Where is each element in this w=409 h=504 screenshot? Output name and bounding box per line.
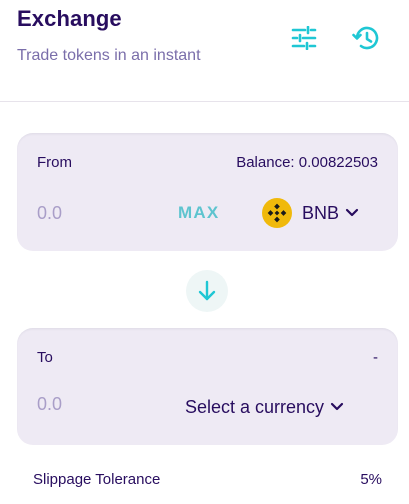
exchange-header: Exchange Trade tokens in an instant — [0, 0, 409, 102]
from-amount-input[interactable]: 0.0 — [37, 203, 62, 224]
to-token-panel: To - 0.0 Select a currency — [17, 328, 398, 445]
to-amount-input[interactable]: 0.0 — [37, 394, 62, 415]
slippage-label: Slippage Tolerance — [33, 471, 161, 488]
page-subtitle: Trade tokens in an instant — [17, 47, 201, 64]
from-token-symbol: BNB — [302, 202, 340, 223]
from-balance: Balance: 0.00822503 — [236, 154, 378, 171]
slippage-value: 5% — [360, 471, 382, 488]
settings-sliders-icon — [291, 26, 317, 50]
to-label: To — [37, 349, 53, 366]
to-balance: - — [373, 349, 378, 366]
chevron-down-icon — [330, 402, 344, 412]
from-label: From — [37, 154, 72, 171]
chevron-down-icon — [345, 208, 359, 218]
to-currency-selector[interactable]: Select a currency — [185, 392, 344, 422]
from-token-panel: From Balance: 0.00822503 0.0 MAX BNB — [17, 133, 398, 251]
history-button[interactable] — [351, 23, 381, 53]
switch-direction-button[interactable] — [186, 270, 228, 312]
max-button[interactable]: MAX — [178, 203, 219, 223]
settings-button[interactable] — [289, 23, 319, 53]
history-icon — [352, 26, 379, 50]
page-title: Exchange — [17, 6, 122, 31]
arrow-down-icon — [198, 280, 216, 301]
from-token-selector[interactable]: BNB — [262, 197, 359, 229]
bnb-logo-icon — [262, 198, 292, 228]
select-currency-label: Select a currency — [185, 396, 325, 417]
